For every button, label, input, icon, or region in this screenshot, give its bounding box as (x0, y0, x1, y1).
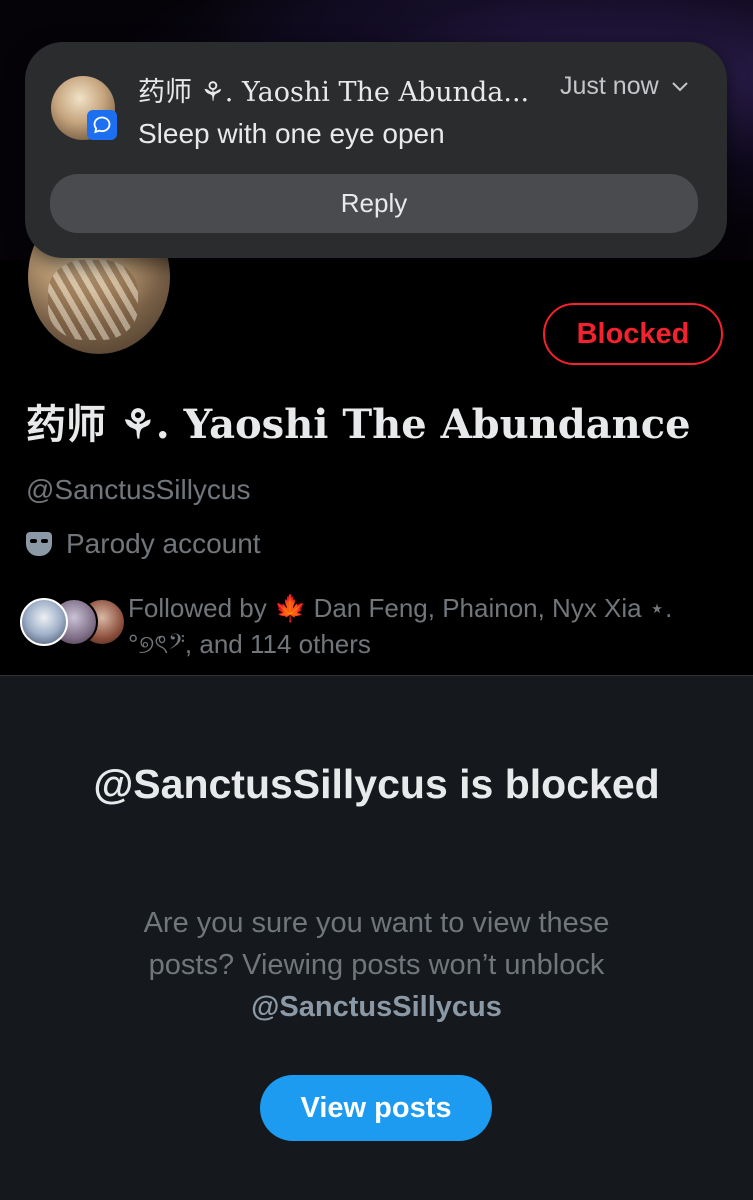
message-app-icon (87, 110, 117, 140)
reply-button[interactable]: Reply (50, 174, 698, 233)
chevron-down-icon (671, 81, 688, 91)
blocked-notice-handle: @SanctusSillycus (251, 991, 502, 1023)
display-name: 药师 ⚘. Yaoshi The Abundance (26, 401, 691, 448)
followed-by-prefix: Followed by (128, 593, 267, 623)
followed-by-text: Followed by 🍁 Dan Feng, Phainon, Nyx Xia… (128, 590, 728, 662)
parody-label: Parody account (66, 528, 261, 559)
notification-time-row[interactable]: Just now (560, 72, 689, 101)
blocked-button[interactable]: Blocked (543, 303, 723, 365)
user-handle: @SanctusSillycus (26, 474, 251, 505)
follower-avatar (20, 598, 68, 646)
notification-message: Sleep with one eye open (138, 118, 445, 149)
notification-time: Just now (560, 72, 659, 100)
blocked-notice-body: Are you sure you want to view these post… (110, 902, 643, 1028)
mask-icon (26, 532, 52, 556)
view-posts-button[interactable]: View posts (260, 1075, 492, 1141)
reply-button-label: Reply (340, 188, 408, 218)
view-posts-label: View posts (300, 1091, 452, 1124)
followed-by-row[interactable]: Followed by 🍁 Dan Feng, Phainon, Nyx Xia… (20, 590, 740, 662)
notification-popup[interactable]: 药师 ⚘. Yaoshi The Abunda... Just now Slee… (25, 42, 727, 258)
blocked-button-label: Blocked (576, 317, 690, 350)
blocked-notice-title: @SanctusSillycus is blocked (93, 761, 660, 807)
notification-sender: 药师 ⚘. Yaoshi The Abunda... (138, 77, 530, 108)
parody-label-row: Parody account (26, 528, 261, 560)
blocked-notice-text: Are you sure you want to view these post… (143, 907, 610, 981)
